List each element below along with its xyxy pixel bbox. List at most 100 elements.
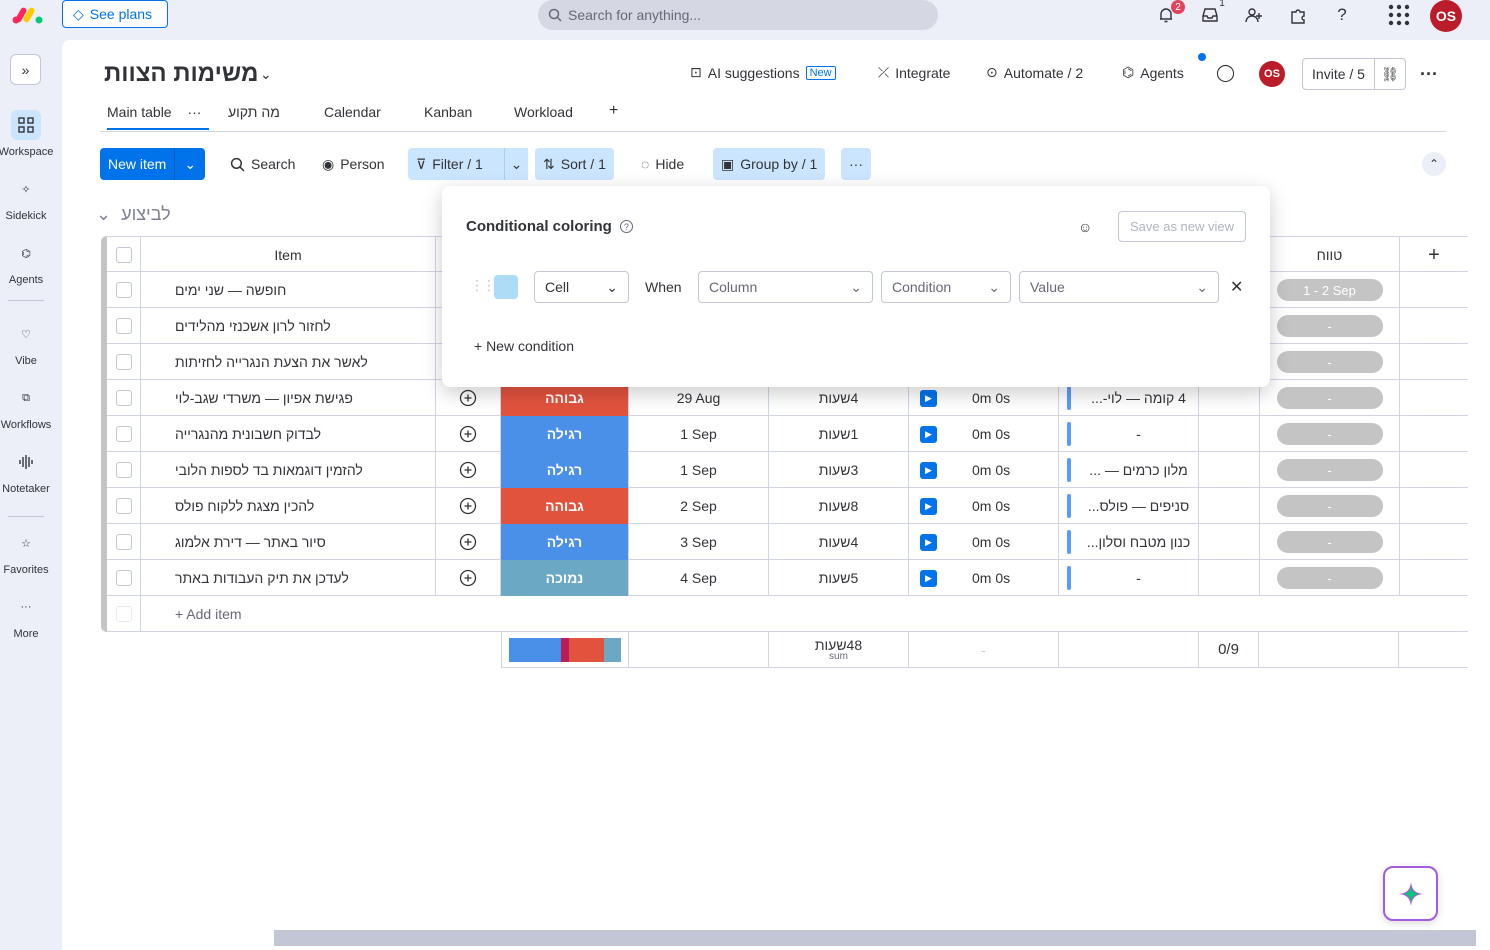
row-checkbox[interactable] — [107, 560, 141, 596]
priority-cell[interactable]: נמוכה — [501, 560, 629, 596]
priority-cell[interactable]: רגילה — [501, 416, 629, 452]
sort-button[interactable]: ⇅ Sort / 1 — [535, 148, 614, 180]
row-checkbox[interactable] — [107, 344, 141, 380]
checkbox-cell[interactable] — [1199, 452, 1260, 488]
play-icon[interactable]: ▶ — [920, 461, 937, 479]
hide-button[interactable]: ◌ Hide — [633, 148, 692, 180]
connected-board-cell[interactable]: סניפים — פולס... — [1059, 488, 1199, 524]
row-checkbox[interactable] — [107, 272, 141, 308]
connected-board-cell[interactable]: מלון כרמים — ... — [1059, 452, 1199, 488]
date-cell[interactable]: 1 Sep — [629, 416, 769, 452]
play-icon[interactable]: ▶ — [920, 497, 937, 515]
timeline-cell[interactable]: - — [1260, 416, 1400, 452]
sidebar-item-favorites[interactable]: ☆ Favorites — [0, 528, 52, 577]
play-icon[interactable]: ▶ — [920, 569, 937, 587]
hours-cell[interactable]: 5שעות — [769, 560, 909, 596]
row-checkbox[interactable] — [107, 308, 141, 344]
app-launcher-grid-icon[interactable] — [1388, 4, 1410, 26]
invite-button[interactable]: Invite / 5 — [1303, 59, 1375, 89]
new-condition-button[interactable]: + New condition — [474, 338, 574, 354]
time-tracking-cell[interactable]: ▶ 0m 0s — [909, 560, 1059, 596]
item-name-cell[interactable]: חופשה — שני ימים — [141, 272, 436, 308]
timeline-cell[interactable]: - — [1260, 560, 1400, 596]
chevron-down-icon[interactable]: ⌄ — [96, 204, 111, 225]
person-filter-button[interactable]: ◉ Person — [314, 148, 393, 180]
help-icon[interactable]: ? — [619, 220, 633, 233]
time-tracking-cell[interactable]: ▶ 0m 0s — [909, 452, 1059, 488]
remove-condition-close-icon[interactable]: ✕ — [1230, 277, 1243, 297]
connected-board-cell[interactable]: - — [1059, 560, 1199, 596]
row-checkbox[interactable] — [107, 524, 141, 560]
item-name-cell[interactable]: לחזור לרון אשכנזי מהלידים — [141, 308, 436, 344]
play-icon[interactable]: ▶ — [920, 533, 937, 551]
monday-logo[interactable] — [12, 5, 44, 25]
timeline-cell[interactable]: - — [1260, 308, 1400, 344]
play-icon[interactable]: ▶ — [920, 389, 937, 407]
item-name-cell[interactable]: להזמין דוגמאות בד לספות הלובי — [141, 452, 436, 488]
agents-button[interactable]: ⌬ Agents — [1122, 64, 1184, 81]
save-as-new-view-button[interactable]: Save as new view — [1118, 211, 1246, 242]
feedback-icon[interactable]: ☺ — [1078, 219, 1092, 235]
more-actions-button[interactable]: ··· — [841, 148, 871, 180]
expand-sidebar-button[interactable]: » — [10, 54, 41, 85]
timeline-column-header[interactable]: טווח — [1260, 237, 1400, 273]
row-checkbox[interactable] — [107, 416, 141, 452]
timeline-cell[interactable]: - — [1260, 380, 1400, 416]
sidebar-item-sidekick[interactable]: ✧ Sidekick — [0, 174, 52, 223]
apps-puzzle-icon[interactable] — [1287, 4, 1309, 26]
cell-select[interactable]: Cell ⌄ — [534, 271, 629, 303]
inbox-icon[interactable]: 1 — [1199, 0, 1225, 26]
filter-dropdown-icon[interactable]: ⌄ — [504, 148, 528, 180]
time-tracking-cell[interactable]: ▶ 0m 0s — [909, 416, 1059, 452]
tab-calendar[interactable]: Calendar — [324, 104, 381, 120]
hours-cell[interactable]: 3שעות — [769, 452, 909, 488]
time-tracking-cell[interactable]: ▶ 0m 0s — [909, 488, 1059, 524]
add-update-icon[interactable] — [436, 560, 501, 596]
date-cell[interactable]: 2 Sep — [629, 488, 769, 524]
checkbox-cell[interactable] — [1199, 560, 1260, 596]
add-update-icon[interactable] — [436, 452, 501, 488]
hours-cell[interactable]: 8שעות — [769, 488, 909, 524]
timeline-cell[interactable]: - — [1260, 452, 1400, 488]
tab-stuck[interactable]: מה תקוע — [228, 104, 280, 120]
sidebar-item-notetaker[interactable]: Notetaker — [0, 447, 52, 495]
timeline-cell[interactable]: - — [1260, 488, 1400, 524]
condition-select[interactable]: Condition ⌄ — [881, 271, 1011, 303]
item-name-cell[interactable]: לבדוק חשבונית מהנגרייה — [141, 416, 436, 452]
tab-main-table[interactable]: Main table ··· — [107, 104, 209, 130]
item-name-cell[interactable]: לעדכן את תיק העבודות באתר — [141, 560, 436, 596]
priority-cell[interactable]: גבוהה — [501, 488, 629, 524]
priority-cell[interactable]: רגילה — [501, 452, 629, 488]
sidebar-item-workflows[interactable]: ⧉ Workflows — [0, 383, 52, 432]
table-row[interactable]: להזמין דוגמאות בד לספות הלובי רגילה 1 Sep 3… — [107, 452, 1468, 488]
date-cell[interactable]: 3 Sep — [629, 524, 769, 560]
select-all-checkbox[interactable] — [107, 237, 141, 273]
hours-cell[interactable]: 4שעות — [769, 524, 909, 560]
add-update-icon[interactable] — [436, 524, 501, 560]
integrate-button[interactable]: ⤫ Integrate — [878, 64, 950, 81]
time-tracking-cell[interactable]: ▶ 0m 0s — [909, 524, 1059, 560]
item-name-cell[interactable]: פגישת אפיון — משרדי שגב-לוי — [141, 380, 436, 416]
connected-board-cell[interactable]: כנון מטבח וסלון... — [1059, 524, 1199, 560]
ai-suggestions-button[interactable]: ⊡ AI suggestions New — [690, 64, 836, 81]
connected-board-cell[interactable]: - — [1059, 416, 1199, 452]
sidebar-item-workspace[interactable]: Workspace — [0, 110, 53, 158]
invite-person-icon[interactable] — [1243, 4, 1265, 26]
horizontal-scrollbar[interactable] — [274, 930, 1476, 946]
add-view-button[interactable]: + — [609, 102, 618, 120]
table-row[interactable]: להכין מצגת ללקוח פולס גבוהה 2 Sep 8שעות ▶ 0m … — [107, 488, 1468, 524]
add-update-icon[interactable] — [436, 416, 501, 452]
board-owner-avatar[interactable]: OS — [1259, 61, 1285, 87]
user-avatar[interactable]: OS — [1430, 0, 1462, 32]
sidebar-item-agents[interactable]: ⌬ Agents — [0, 238, 52, 287]
table-row[interactable]: לבדוק חשבונית מהנגרייה רגילה 1 Sep 1שעות ▶ 0m… — [107, 416, 1468, 452]
tab-workload[interactable]: Workload — [514, 104, 573, 120]
group-by-button[interactable]: ▣ Group by / 1 — [713, 148, 826, 180]
global-search-input[interactable]: Search for anything... — [538, 0, 938, 30]
see-plans-button[interactable]: ◇ See plans — [62, 0, 168, 28]
item-name-cell[interactable]: לאשר את הצעת הנגרייה לחזיתות — [141, 344, 436, 380]
tab-kanban[interactable]: Kanban — [424, 104, 472, 120]
table-row[interactable]: לעדכן את תיק העבודות באתר נמוכה 4 Sep 5שעות… — [107, 560, 1468, 596]
automate-button[interactable]: ⊙ Automate / 2 — [986, 64, 1083, 81]
color-swatch[interactable] — [494, 275, 518, 299]
